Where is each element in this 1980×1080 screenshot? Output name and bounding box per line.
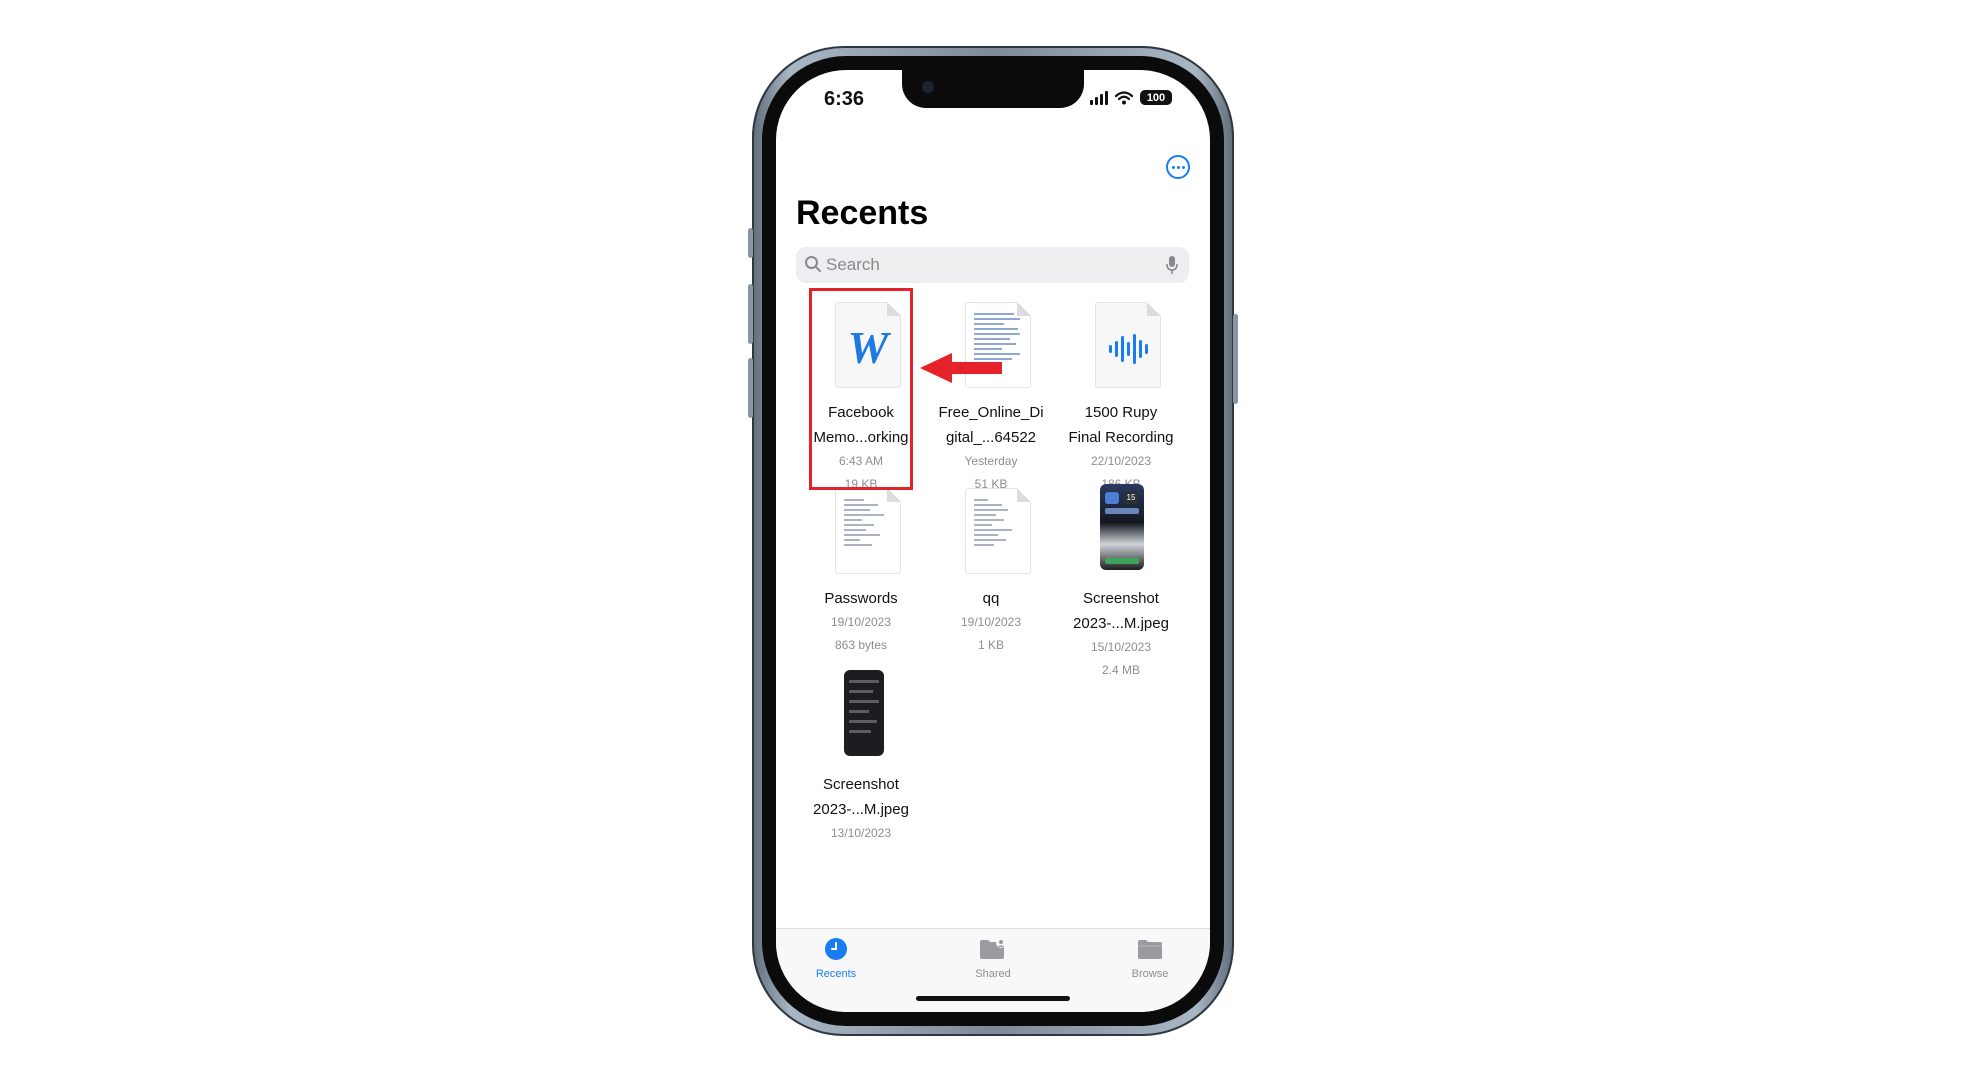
file-name: Screenshot 2023-...M.jpeg — [813, 776, 909, 818]
dynamic-notch — [902, 70, 1084, 108]
status-indicators: 100 — [1090, 90, 1172, 105]
cellular-signal-icon — [1090, 90, 1108, 105]
ellipsis-circle-icon — [1171, 165, 1175, 169]
file-thumbnail — [796, 484, 926, 574]
file-item[interactable]: 15 Screenshot 2023-...M.jpeg 15/10/2023 … — [1056, 484, 1186, 682]
file-item[interactable]: Screenshot 2023-...M.jpeg 13/10/2023 — [796, 670, 926, 845]
search-bar[interactable] — [796, 247, 1189, 283]
red-arrow-icon — [920, 353, 1002, 383]
screenshot-thumbnail-icon — [844, 670, 884, 756]
status-time: 6:36 — [824, 88, 865, 110]
file-size: 2.4 MB — [1101, 663, 1140, 677]
wifi-icon — [1115, 90, 1133, 104]
search-icon — [805, 256, 821, 272]
camera-icon — [922, 81, 934, 93]
shared-folder-icon — [980, 938, 1006, 959]
file-thumbnail — [796, 670, 926, 758]
file-date: 22/10/2023 — [1090, 454, 1152, 468]
file-item[interactable]: qq 19/10/2023 1 KB — [926, 484, 1056, 657]
file-date: 19/10/2023 — [960, 615, 1022, 629]
phone-bezel: 6:36 100 Recents Search W Facebook Memo.… — [762, 56, 1224, 1026]
battery-icon: 100 — [1140, 90, 1172, 105]
text-document-icon — [965, 488, 1031, 574]
screen: 6:36 100 Recents Search W Facebook Memo.… — [776, 70, 1210, 1012]
tab-label: Recents — [815, 968, 857, 980]
tab-label: Browse — [1131, 968, 1169, 980]
silent-switch — [748, 228, 753, 258]
more-options-button[interactable] — [1166, 155, 1190, 179]
file-date: 13/10/2023 — [830, 826, 892, 840]
clock-icon — [825, 938, 847, 960]
tab-recents[interactable]: Recents — [786, 937, 886, 980]
folder-icon — [1138, 940, 1162, 959]
file-date: 19/10/2023 — [830, 615, 892, 629]
screenshot-thumbnail-icon: 15 — [1100, 484, 1144, 570]
file-thumbnail — [1056, 298, 1186, 388]
page-title: Recents — [796, 194, 929, 232]
file-item[interactable]: Passwords 19/10/2023 863 bytes — [796, 484, 926, 657]
tab-label: Shared — [975, 968, 1011, 980]
highlight-box — [809, 288, 913, 490]
file-size: 863 bytes — [834, 638, 888, 652]
volume-down-button — [748, 358, 753, 418]
file-size: 1 KB — [977, 638, 1004, 652]
microphone-icon[interactable] — [1165, 255, 1179, 275]
phone-frame: 6:36 100 Recents Search W Facebook Memo.… — [748, 46, 1238, 1036]
file-thumbnail: 15 — [1056, 484, 1186, 572]
file-item[interactable]: Free_Online_Di gital_...64522 Yesterday … — [926, 298, 1056, 496]
home-indicator[interactable] — [916, 996, 1070, 1001]
search-input[interactable] — [826, 247, 1146, 283]
audio-waveform-icon — [1095, 302, 1161, 388]
file-name: Free_Online_Di gital_...64522 — [938, 404, 1044, 446]
file-name: Passwords — [824, 590, 898, 607]
file-name: 1500 Rupy Final Recording — [1068, 404, 1174, 446]
file-name: qq — [982, 590, 1000, 607]
file-name: Screenshot 2023-...M.jpeg — [1073, 590, 1169, 632]
tab-browse[interactable]: Browse — [1100, 937, 1200, 980]
file-date: 15/10/2023 — [1090, 640, 1152, 654]
file-date: Yesterday — [964, 454, 1018, 468]
text-document-icon — [835, 488, 901, 574]
volume-up-button — [748, 284, 753, 344]
power-button — [1233, 314, 1238, 404]
tab-shared[interactable]: Shared — [943, 937, 1043, 980]
file-item[interactable]: 1500 Rupy Final Recording 22/10/2023 186… — [1056, 298, 1186, 496]
file-thumbnail — [926, 484, 1056, 574]
